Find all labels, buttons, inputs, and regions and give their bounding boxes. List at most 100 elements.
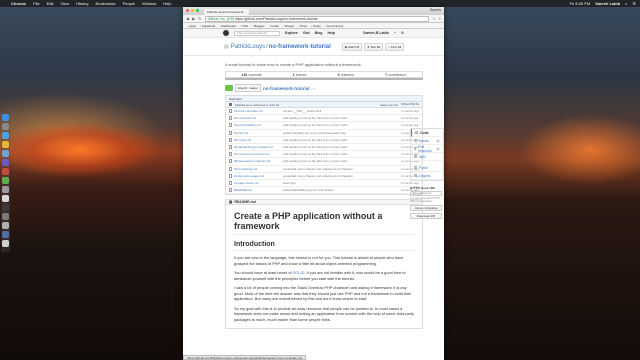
commit-message-link[interactable]: Add leading zeros so the files list in c… — [283, 152, 393, 156]
language-bar[interactable] — [225, 78, 423, 80]
menu-edit[interactable]: Edit — [47, 1, 54, 6]
close-window-button[interactable] — [186, 9, 189, 12]
file-name-link[interactable]: 10-dynamic-pages.md — [234, 174, 283, 178]
menu-bookmarks[interactable]: Bookmarks — [96, 1, 116, 6]
app-icon[interactable] — [2, 213, 9, 220]
table-row[interactable]: README.md added README entry for new chap… — [226, 187, 422, 195]
table-row[interactable]: 11-page-menu.md fixed typo 2 months ago — [226, 180, 422, 188]
download-zip-button[interactable]: Download ZIP — [410, 213, 442, 219]
commit-sha[interactable]: 6b6e2b617a — [401, 103, 419, 106]
address-bar[interactable]: GitHub, Inc. [US] https://github.com/Pat… — [204, 15, 430, 22]
commit-message-link[interactable]: expanded menu chapter and refactored old… — [283, 174, 393, 178]
table-row[interactable]: 03-error-handler.md Add leading zeros so … — [226, 122, 422, 130]
menu-window[interactable]: Window — [142, 1, 156, 6]
app-icon[interactable] — [2, 204, 9, 211]
compare-button[interactable] — [225, 85, 233, 91]
sidebar-item-code[interactable]: Code — [411, 129, 443, 137]
commit-message-link[interactable]: added README entry for new chapter — [283, 188, 393, 192]
safari-icon[interactable] — [2, 132, 9, 139]
fork-button[interactable]: ⑂ Fork 13 — [385, 42, 404, 51]
commit-message-link[interactable]: expanded menu chapter and refactored old… — [283, 167, 393, 171]
app-icon[interactable] — [2, 168, 9, 175]
table-row[interactable]: 08-dependency-injector.md Add leading zer… — [226, 158, 422, 166]
browser-tab[interactable]: PatrickLouys/no-framework — [204, 9, 249, 15]
nav-blog[interactable]: Blog — [315, 31, 323, 35]
table-row[interactable]: 09-templating.md expanded menu chapter an… — [226, 166, 422, 173]
repo-name-link[interactable]: no-framework-tutorial — [269, 44, 331, 50]
table-row[interactable]: 04-http.md update header() var to fix ove… — [226, 130, 422, 137]
menu-file[interactable]: File — [33, 1, 39, 6]
sidebar-item-pulse[interactable]: Pulse — [411, 164, 443, 172]
launchpad-icon[interactable] — [2, 123, 9, 130]
trash-icon[interactable] — [2, 240, 9, 247]
commit-message-link[interactable]: Add leading zeros so the files list in c… — [283, 145, 393, 149]
sidebar-item-graphs[interactable]: Graphs — [411, 172, 443, 180]
star-icon[interactable]: ☆ — [432, 16, 436, 21]
secure-indicator[interactable]: GitHub, Inc. [US] — [208, 17, 234, 21]
commit-message-link[interactable]: explain __DIR__, closes #13 — [283, 109, 393, 113]
chrome-icon[interactable] — [2, 141, 9, 148]
table-row[interactable]: 01-front-controller.md explain __DIR__, c… — [226, 108, 422, 116]
menu-icon[interactable]: ≡ — [439, 16, 441, 21]
releases-stat[interactable]: 0 releases — [338, 73, 354, 77]
gear-icon[interactable]: ⚙ — [401, 31, 404, 35]
branch-selector[interactable]: branch: master — [235, 84, 262, 92]
commit-message-link[interactable]: Add leading zeros so the files list in c… — [283, 116, 393, 120]
menu-history[interactable]: History — [76, 1, 88, 6]
bookmark-item[interactable]: Apps — [187, 24, 196, 28]
file-name-link[interactable]: 02-composer.md — [234, 116, 283, 120]
table-row[interactable]: 02-composer.md Add leading zeros so the f… — [226, 115, 422, 123]
bookmark-item[interactable]: Gmail — [269, 24, 279, 28]
plus-icon[interactable]: + — [394, 31, 396, 35]
breadcrumb[interactable]: no-framework-tutorial — [263, 86, 310, 91]
bookmark-item[interactable]: TOS — [240, 24, 248, 28]
table-row[interactable]: 06-dispatching-to-a-class.md Add leading … — [226, 144, 422, 152]
file-name-link[interactable]: 06-dispatching-to-a-class.md — [234, 145, 283, 149]
bookmark-item[interactable]: Sheets — [283, 24, 294, 28]
menubar-clock[interactable]: Fri 8:26 PM — [570, 1, 591, 6]
github-logo-icon[interactable] — [223, 30, 229, 36]
list-icon[interactable]: ☰ — [632, 1, 636, 6]
bookmark-item[interactable]: Facebook — [200, 24, 215, 28]
forward-icon[interactable]: ▶ — [192, 16, 195, 21]
mail-icon[interactable] — [2, 150, 9, 157]
menu-help[interactable]: Help — [163, 1, 171, 6]
file-name-link[interactable]: 04-http.md — [234, 131, 283, 135]
commit-message-link[interactable]: Add leading zeros so the files list in c… — [283, 123, 393, 127]
avatar[interactable] — [229, 103, 232, 106]
app-icon[interactable] — [2, 159, 9, 166]
profile-button[interactable]: Sameh — [430, 8, 441, 12]
file-name-link[interactable]: 11-page-menu.md — [234, 181, 283, 185]
bookmark-item[interactable]: Dashboard — [219, 24, 236, 28]
file-name-link[interactable]: 07-inversion-of-control.md — [234, 152, 283, 156]
file-name-link[interactable]: README.md — [234, 188, 283, 192]
table-row[interactable]: 10-dynamic-pages.md expanded menu chapter… — [226, 173, 422, 180]
reload-icon[interactable]: ↻ — [198, 16, 201, 21]
bookmark-item[interactable]: Drive — [298, 24, 307, 28]
branches-stat[interactable]: 1 branch — [293, 73, 307, 77]
sidebar-item-pull-requests[interactable]: Pull requests 0 — [411, 145, 443, 153]
app-icon[interactable] — [2, 177, 9, 184]
contributors-stat[interactable]: 7 contributors — [385, 73, 406, 77]
file-name-link[interactable]: 05-router.md — [234, 138, 283, 142]
commit-message-link[interactable]: fixed typo — [283, 181, 393, 185]
commit-message-link[interactable]: Add leading zeros so the files list in c… — [283, 159, 393, 163]
sidebar-item-wiki[interactable]: Wiki — [411, 153, 443, 161]
file-name-link[interactable]: 08-dependency-injector.md — [234, 159, 283, 163]
search-input[interactable]: This repository Search — [234, 30, 280, 36]
file-name-link[interactable]: 09-templating.md — [234, 167, 283, 171]
file-name-link[interactable]: 01-front-controller.md — [234, 109, 283, 113]
file-name-link[interactable]: 03-error-handler.md — [234, 123, 283, 127]
watch-button[interactable]: ◉ Watch 8 — [341, 42, 362, 51]
app-icon[interactable] — [2, 195, 9, 202]
user-menu[interactable]: Sameh-R-Labib — [363, 31, 389, 35]
app-icon[interactable] — [2, 186, 9, 193]
finder-icon[interactable] — [2, 114, 9, 121]
commits-stat[interactable]: 191 commits — [242, 73, 262, 77]
star-button[interactable]: ★ Star 91 — [363, 42, 384, 51]
menu-people[interactable]: People — [123, 1, 135, 6]
maximize-window-button[interactable] — [196, 9, 199, 12]
search-icon[interactable]: ⌕ — [625, 1, 627, 6]
commit-message-link[interactable]: Add leading zeros so the files list in c… — [283, 138, 393, 142]
nav-explore[interactable]: Explore — [285, 31, 298, 35]
